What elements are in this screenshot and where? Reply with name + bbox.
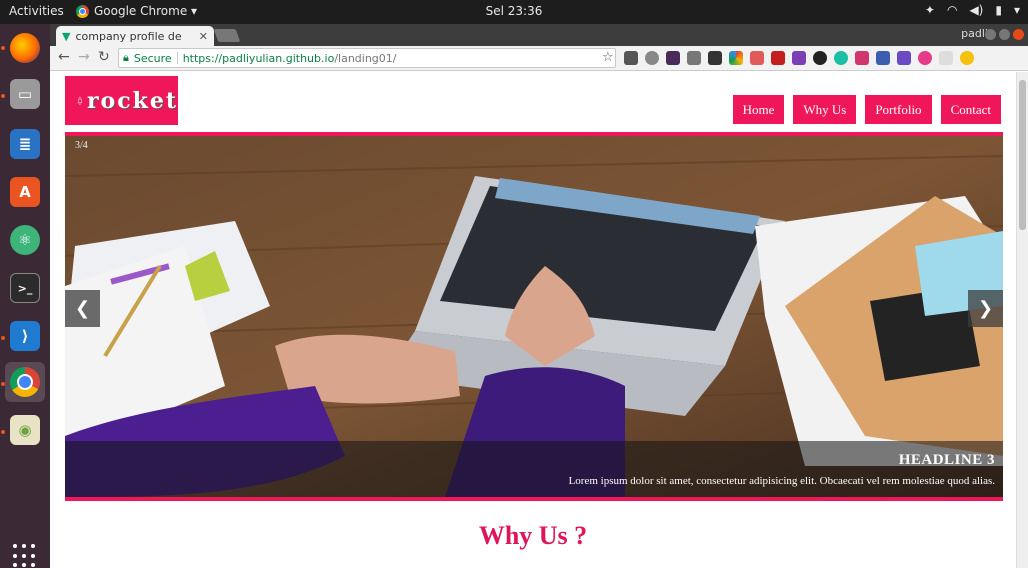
- dock: ▭ ≣ A ⚛ >_ ⟩ ◉: [0, 24, 50, 568]
- vscode-icon: ⟩: [10, 321, 40, 351]
- firefox-icon: [10, 33, 40, 63]
- minimize-icon[interactable]: [985, 29, 996, 40]
- dock-vscode[interactable]: ⟩: [5, 316, 45, 356]
- dropbox-icon[interactable]: ✦: [925, 3, 935, 17]
- menu-caret-icon[interactable]: ▾: [1014, 3, 1020, 17]
- tab-title: company profile de: [75, 29, 182, 43]
- writer-icon: ≣: [10, 129, 40, 159]
- software-center-icon: A: [10, 177, 40, 207]
- browser-toolbar: ← → ↻ 🔒︎ Secure https://padliyulian.gith…: [50, 46, 1028, 71]
- dock-terminal[interactable]: >_: [5, 268, 45, 308]
- wifi-icon[interactable]: ◠: [947, 3, 957, 17]
- scrollbar-thumb[interactable]: [1019, 80, 1026, 230]
- caption-overlay: [65, 441, 1003, 497]
- close-window-icon[interactable]: [1013, 29, 1024, 40]
- url-text: https://padliyulian.github.io/landing01/: [182, 51, 397, 65]
- new-tab-button[interactable]: [213, 29, 241, 42]
- extension-icon[interactable]: [939, 51, 953, 65]
- extension-icon[interactable]: [897, 51, 911, 65]
- browser-tab[interactable]: ▼ company profile de ✕: [56, 26, 214, 46]
- slide-headline: HEADLINE 3: [898, 452, 995, 468]
- extension-icon[interactable]: [813, 51, 827, 65]
- extension-icon[interactable]: [834, 51, 848, 65]
- tab-strip: ▼ company profile de ✕ padli: [50, 24, 1028, 46]
- files-icon: ▭: [10, 79, 40, 109]
- dock-software[interactable]: A: [5, 172, 45, 212]
- chrome-icon: [10, 367, 40, 397]
- extension-icon[interactable]: [960, 51, 974, 65]
- slide-counter: 3/4: [75, 140, 88, 151]
- logo-text: rocket: [86, 87, 178, 114]
- vue-favicon-icon: ▼: [62, 29, 71, 43]
- reload-icon[interactable]: ↻: [98, 49, 110, 65]
- section-title-why-us: Why Us ?: [478, 521, 588, 550]
- lock-icon: 🔒︎: [123, 51, 129, 64]
- show-applications-icon[interactable]: [13, 544, 37, 568]
- nav-home[interactable]: Home: [732, 95, 785, 124]
- extension-icon[interactable]: [792, 51, 806, 65]
- window-controls: [985, 29, 1024, 40]
- main-nav: Home Why Us Portfolio Contact: [732, 95, 1001, 124]
- prev-slide-button[interactable]: ❮: [65, 290, 100, 327]
- clock[interactable]: Sel 23:36: [0, 4, 1028, 18]
- extension-icon[interactable]: [750, 51, 764, 65]
- dock-chrome[interactable]: [5, 362, 45, 402]
- forward-icon[interactable]: →: [78, 49, 90, 65]
- image-viewer-icon: ◉: [10, 415, 40, 445]
- back-icon[interactable]: ←: [58, 49, 70, 65]
- gnome-top-bar: Activities Google Chrome ▾ Sel 23:36 ✦ ◠…: [0, 0, 1028, 24]
- next-slide-button[interactable]: ❯: [968, 290, 1003, 327]
- volume-icon[interactable]: ◀): [969, 3, 983, 17]
- extension-icon[interactable]: [624, 51, 638, 65]
- hero-slider: 3/4 ❮ ❯ HEADLINE 3 Lorem ipsum dolor sit…: [65, 132, 1003, 501]
- extension-icon[interactable]: [687, 51, 701, 65]
- extension-icon[interactable]: [918, 51, 932, 65]
- page-scrollbar[interactable]: [1016, 72, 1028, 568]
- site-logo[interactable]: rocket: [65, 76, 178, 125]
- terminal-icon: >_: [10, 273, 40, 303]
- close-tab-icon[interactable]: ✕: [199, 30, 208, 43]
- extension-icon[interactable]: [708, 51, 722, 65]
- nav-portfolio[interactable]: Portfolio: [865, 95, 932, 124]
- nav-contact[interactable]: Contact: [940, 95, 1001, 124]
- dock-atom[interactable]: ⚛: [5, 220, 45, 260]
- atom-icon: ⚛: [10, 225, 40, 255]
- maximize-icon[interactable]: [999, 29, 1010, 40]
- extension-icon[interactable]: [666, 51, 680, 65]
- slide-text: Lorem ipsum dolor sit amet, consectetur …: [568, 475, 995, 487]
- dock-writer[interactable]: ≣: [5, 124, 45, 164]
- web-page: rocket Home Why Us Portfolio Contact 3/4…: [50, 72, 1016, 568]
- dock-files[interactable]: ▭: [5, 74, 45, 114]
- extension-icon[interactable]: [876, 51, 890, 65]
- extension-icon[interactable]: [771, 51, 785, 65]
- dock-image-viewer[interactable]: ◉: [5, 410, 45, 450]
- secure-label: Secure: [133, 51, 172, 65]
- battery-icon[interactable]: ▮: [995, 3, 1002, 17]
- address-bar[interactable]: 🔒︎ Secure https://padliyulian.github.io/…: [118, 48, 616, 68]
- extensions-bar: [624, 51, 974, 65]
- dock-firefox[interactable]: [5, 28, 45, 68]
- system-tray[interactable]: ✦ ◠ ◀) ▮ ▾: [925, 3, 1020, 17]
- bookmark-star-icon[interactable]: ☆: [602, 50, 614, 65]
- nav-why-us[interactable]: Why Us: [793, 95, 857, 124]
- profile-name[interactable]: padli: [961, 27, 988, 40]
- rocket-icon: [77, 95, 83, 105]
- extension-icon[interactable]: [645, 51, 659, 65]
- extension-icon[interactable]: [729, 51, 743, 65]
- extension-icon[interactable]: [855, 51, 869, 65]
